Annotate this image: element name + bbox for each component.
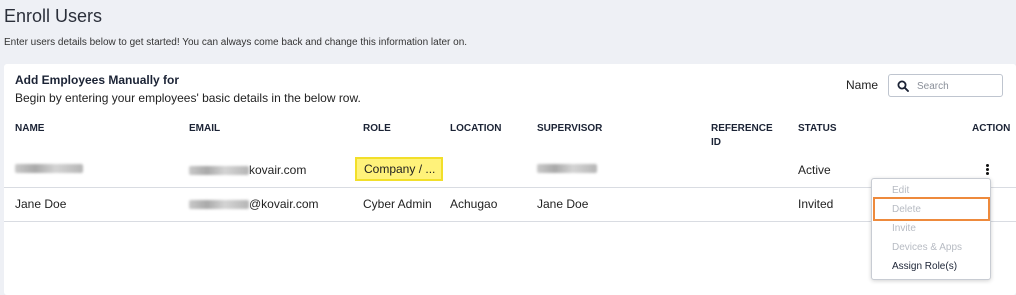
header-reference-id[interactable]: REFERENCE ID [711, 122, 781, 150]
row1-role-field[interactable]: Company / ... [355, 157, 443, 181]
action-menu: Edit Delete Invite Devices & Apps Assign… [871, 178, 991, 280]
search-input[interactable] [917, 78, 999, 94]
page-subtitle: Enter users details below to get started… [4, 37, 468, 48]
header-email[interactable]: EMAIL [189, 122, 220, 136]
row1-supervisor [537, 161, 597, 175]
row2-name: Jane Doe [15, 197, 67, 211]
row-action-kebab-icon[interactable] [982, 164, 992, 176]
row1-name [15, 161, 83, 175]
page-title: Enroll Users [4, 6, 103, 26]
redacted-email [189, 166, 249, 176]
card-title: Add Employees Manually for [15, 73, 180, 87]
row-divider [4, 187, 1016, 188]
row1-status: Active [798, 163, 831, 177]
menu-item-devices-apps[interactable]: Devices & Apps [892, 242, 962, 253]
row2-email: @kovair.com [189, 197, 319, 211]
redacted-email [189, 200, 249, 210]
search-box[interactable] [888, 74, 1003, 97]
redacted-name [15, 164, 83, 174]
header-status[interactable]: STATUS [798, 122, 837, 136]
search-icon [897, 80, 909, 92]
header-action: ACTION [972, 123, 1011, 134]
header-location[interactable]: LOCATION [450, 122, 501, 136]
row2-supervisor: Jane Doe [537, 197, 589, 211]
row2-status: Invited [798, 197, 834, 211]
header-name[interactable]: NAME [15, 122, 44, 136]
header-supervisor[interactable]: SUPERVISOR [537, 122, 602, 136]
enroll-card: Add Employees Manually for Begin by ente… [4, 64, 1016, 295]
delete-highlight [873, 197, 990, 221]
row2-location: Achugao [450, 197, 498, 211]
header-role[interactable]: ROLE [363, 122, 391, 136]
row-divider [4, 221, 1016, 222]
row1-email: kovair.com [189, 163, 306, 177]
menu-item-delete[interactable]: Delete [892, 204, 921, 215]
card-description: Begin by entering your employees' basic … [15, 91, 361, 105]
row2-role: Cyber Admin [363, 197, 432, 211]
redacted-supervisor [537, 164, 597, 174]
menu-item-assign-roles[interactable]: Assign Role(s) [892, 261, 957, 272]
menu-item-invite[interactable]: Invite [892, 223, 916, 234]
search-label: Name [846, 78, 879, 92]
menu-item-edit[interactable]: Edit [892, 185, 909, 196]
